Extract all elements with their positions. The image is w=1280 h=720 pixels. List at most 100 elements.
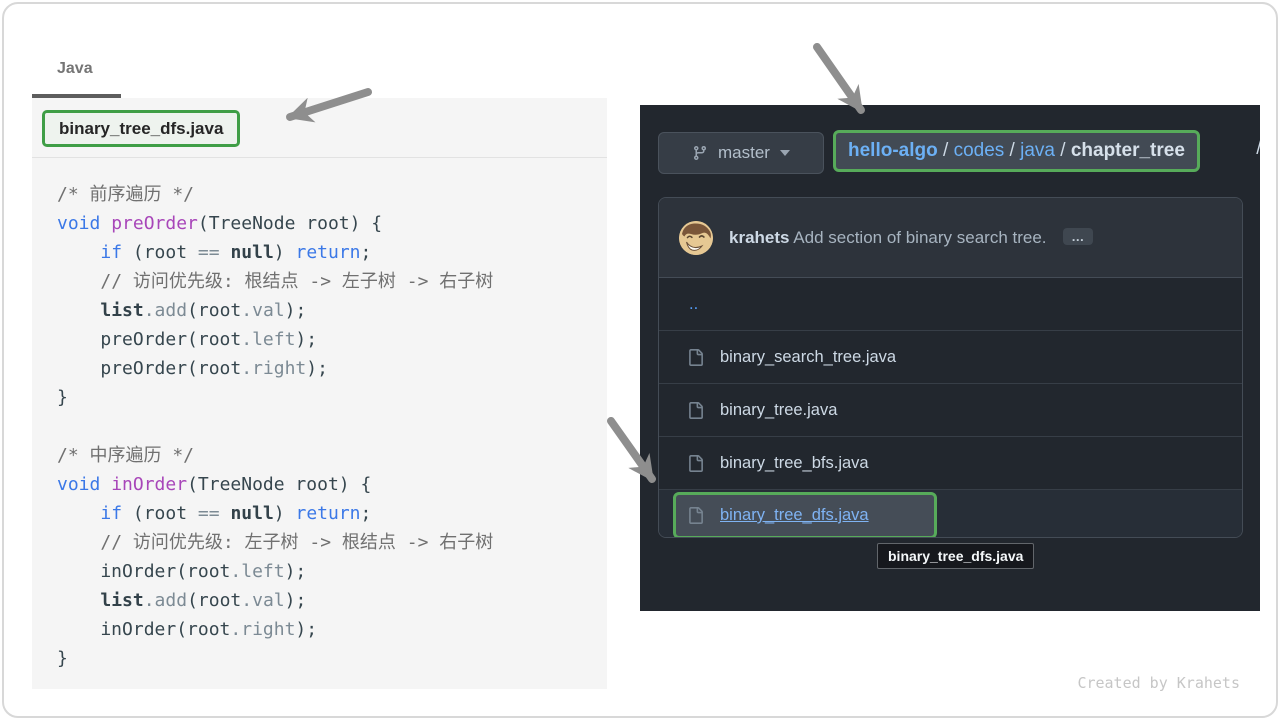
code-token: .right <box>230 619 295 640</box>
code-token: ); <box>285 300 307 321</box>
code-token: (root <box>187 300 241 321</box>
code-line: inOrder(root.left); <box>57 557 493 586</box>
code-line: /* 中序遍历 */ <box>57 441 493 470</box>
code-token: inOrder(root <box>57 561 230 582</box>
code-token: .add <box>144 300 187 321</box>
latest-commit-bar: krahets Add section of binary search tre… <box>659 198 1242 278</box>
code-token: null <box>230 503 273 524</box>
code-line: list.add(root.val); <box>57 586 493 615</box>
code-token <box>220 503 231 524</box>
code-token: (root <box>122 242 198 263</box>
file-highlight-box: binary_tree_dfs.java <box>673 492 937 538</box>
file-link[interactable]: binary_search_tree.java <box>720 348 896 367</box>
code-block: /* 前序遍历 */void preOrder(TreeNode root) {… <box>57 180 493 673</box>
code-token: ); <box>295 329 317 350</box>
code-token: preOrder(root <box>57 329 241 350</box>
code-token: return <box>295 242 360 263</box>
code-line: preOrder(root.right); <box>57 354 493 383</box>
code-token: ; <box>361 503 372 524</box>
code-token: == <box>198 503 220 524</box>
file-icon <box>687 455 704 472</box>
file-row[interactable]: binary_tree_bfs.java <box>659 436 1242 489</box>
code-token: (root <box>122 503 198 524</box>
breadcrumb-segment-codes[interactable]: codes <box>954 140 1005 162</box>
file-row[interactable]: .. <box>659 278 1242 330</box>
commit-message: Add section of binary search tree. <box>789 228 1051 247</box>
code-token: list <box>100 300 143 321</box>
branch-name: master <box>718 143 770 163</box>
code-line: } <box>57 644 493 673</box>
code-token: /* 中序遍历 */ <box>57 445 194 466</box>
credit-text: Created by Krahets <box>1077 674 1240 692</box>
code-token: void <box>57 474 100 495</box>
file-link[interactable]: binary_tree_bfs.java <box>720 454 869 473</box>
git-branch-icon <box>692 145 708 161</box>
code-token: (TreeNode root) { <box>187 474 371 495</box>
code-line: void preOrder(TreeNode root) { <box>57 209 493 238</box>
commit-summary: krahets Add section of binary search tre… <box>729 228 1093 248</box>
code-line <box>57 412 493 441</box>
breadcrumb-segment-java[interactable]: java <box>1020 140 1055 162</box>
code-token: list <box>100 590 143 611</box>
code-line: void inOrder(TreeNode root) { <box>57 470 493 499</box>
screenshot-stage: Java binary_tree_dfs.java /* 前序遍历 */void… <box>0 0 1280 720</box>
code-line: if (root == null) return; <box>57 499 493 528</box>
code-token: } <box>57 648 68 669</box>
file-row[interactable]: binary_tree_dfs.java <box>659 489 1242 538</box>
code-token: .val <box>241 300 284 321</box>
file-icon <box>687 507 704 524</box>
code-line: preOrder(root.left); <box>57 325 493 354</box>
file-icon <box>687 402 704 419</box>
code-token: // 访问优先级: 左子树 -> 根结点 -> 右子树 <box>100 532 493 553</box>
code-token: .left <box>230 561 284 582</box>
file-link[interactable]: binary_tree.java <box>720 401 837 420</box>
code-token: .right <box>241 358 306 379</box>
code-line: inOrder(root.right); <box>57 615 493 644</box>
filename-highlight-box: binary_tree_dfs.java <box>42 110 240 147</box>
github-file-browser: master hello-algo / codes / java / chapt… <box>640 105 1260 611</box>
code-token <box>57 300 100 321</box>
avatar-image <box>679 221 713 255</box>
breadcrumb-separator: / <box>1004 140 1020 162</box>
code-token <box>57 532 100 553</box>
parent-dir-link[interactable]: .. <box>689 295 698 314</box>
tab-java[interactable]: Java <box>57 60 93 78</box>
file-row[interactable]: binary_tree.java <box>659 383 1242 436</box>
avatar[interactable] <box>679 221 713 255</box>
code-token: == <box>198 242 220 263</box>
code-line: // 访问优先级: 根结点 -> 左子树 -> 右子树 <box>57 267 493 296</box>
breadcrumb-trailing-slash: / <box>1251 138 1260 160</box>
commit-and-files-box: krahets Add section of binary search tre… <box>658 197 1243 538</box>
code-token: ); <box>295 619 317 640</box>
code-token: } <box>57 387 68 408</box>
code-token <box>220 242 231 263</box>
code-token: .val <box>241 590 284 611</box>
code-token: (TreeNode root) { <box>198 213 382 234</box>
code-line: if (root == null) return; <box>57 238 493 267</box>
commit-author-link[interactable]: krahets <box>729 228 789 247</box>
commit-more-button[interactable]: … <box>1063 228 1093 245</box>
breadcrumb-separator: / <box>938 140 954 162</box>
code-token <box>100 474 111 495</box>
file-list: .. binary_search_tree.java binary_tree.j… <box>659 278 1242 538</box>
branch-selector-button[interactable]: master <box>658 132 824 174</box>
code-line: // 访问优先级: 左子树 -> 根结点 -> 右子树 <box>57 528 493 557</box>
code-token: null <box>230 242 273 263</box>
code-token: if <box>100 503 122 524</box>
file-link[interactable]: binary_tree_dfs.java <box>720 506 869 525</box>
file-row[interactable]: binary_search_tree.java <box>659 330 1242 383</box>
code-token <box>57 271 100 292</box>
caret-down-icon <box>780 150 790 156</box>
code-token: .add <box>144 590 187 611</box>
code-token: ; <box>361 242 372 263</box>
code-token <box>57 242 100 263</box>
breadcrumb-segment-chapter_tree: chapter_tree <box>1071 140 1185 162</box>
code-token: ); <box>285 590 307 611</box>
code-token: return <box>295 503 360 524</box>
code-token: preOrder <box>111 213 198 234</box>
arrow-to-breadcrumb <box>817 47 861 110</box>
breadcrumb-segment-hello-algo[interactable]: hello-algo <box>848 140 938 162</box>
code-line: /* 前序遍历 */ <box>57 180 493 209</box>
file-icon <box>687 349 704 366</box>
breadcrumb-separator: / <box>1055 140 1071 162</box>
